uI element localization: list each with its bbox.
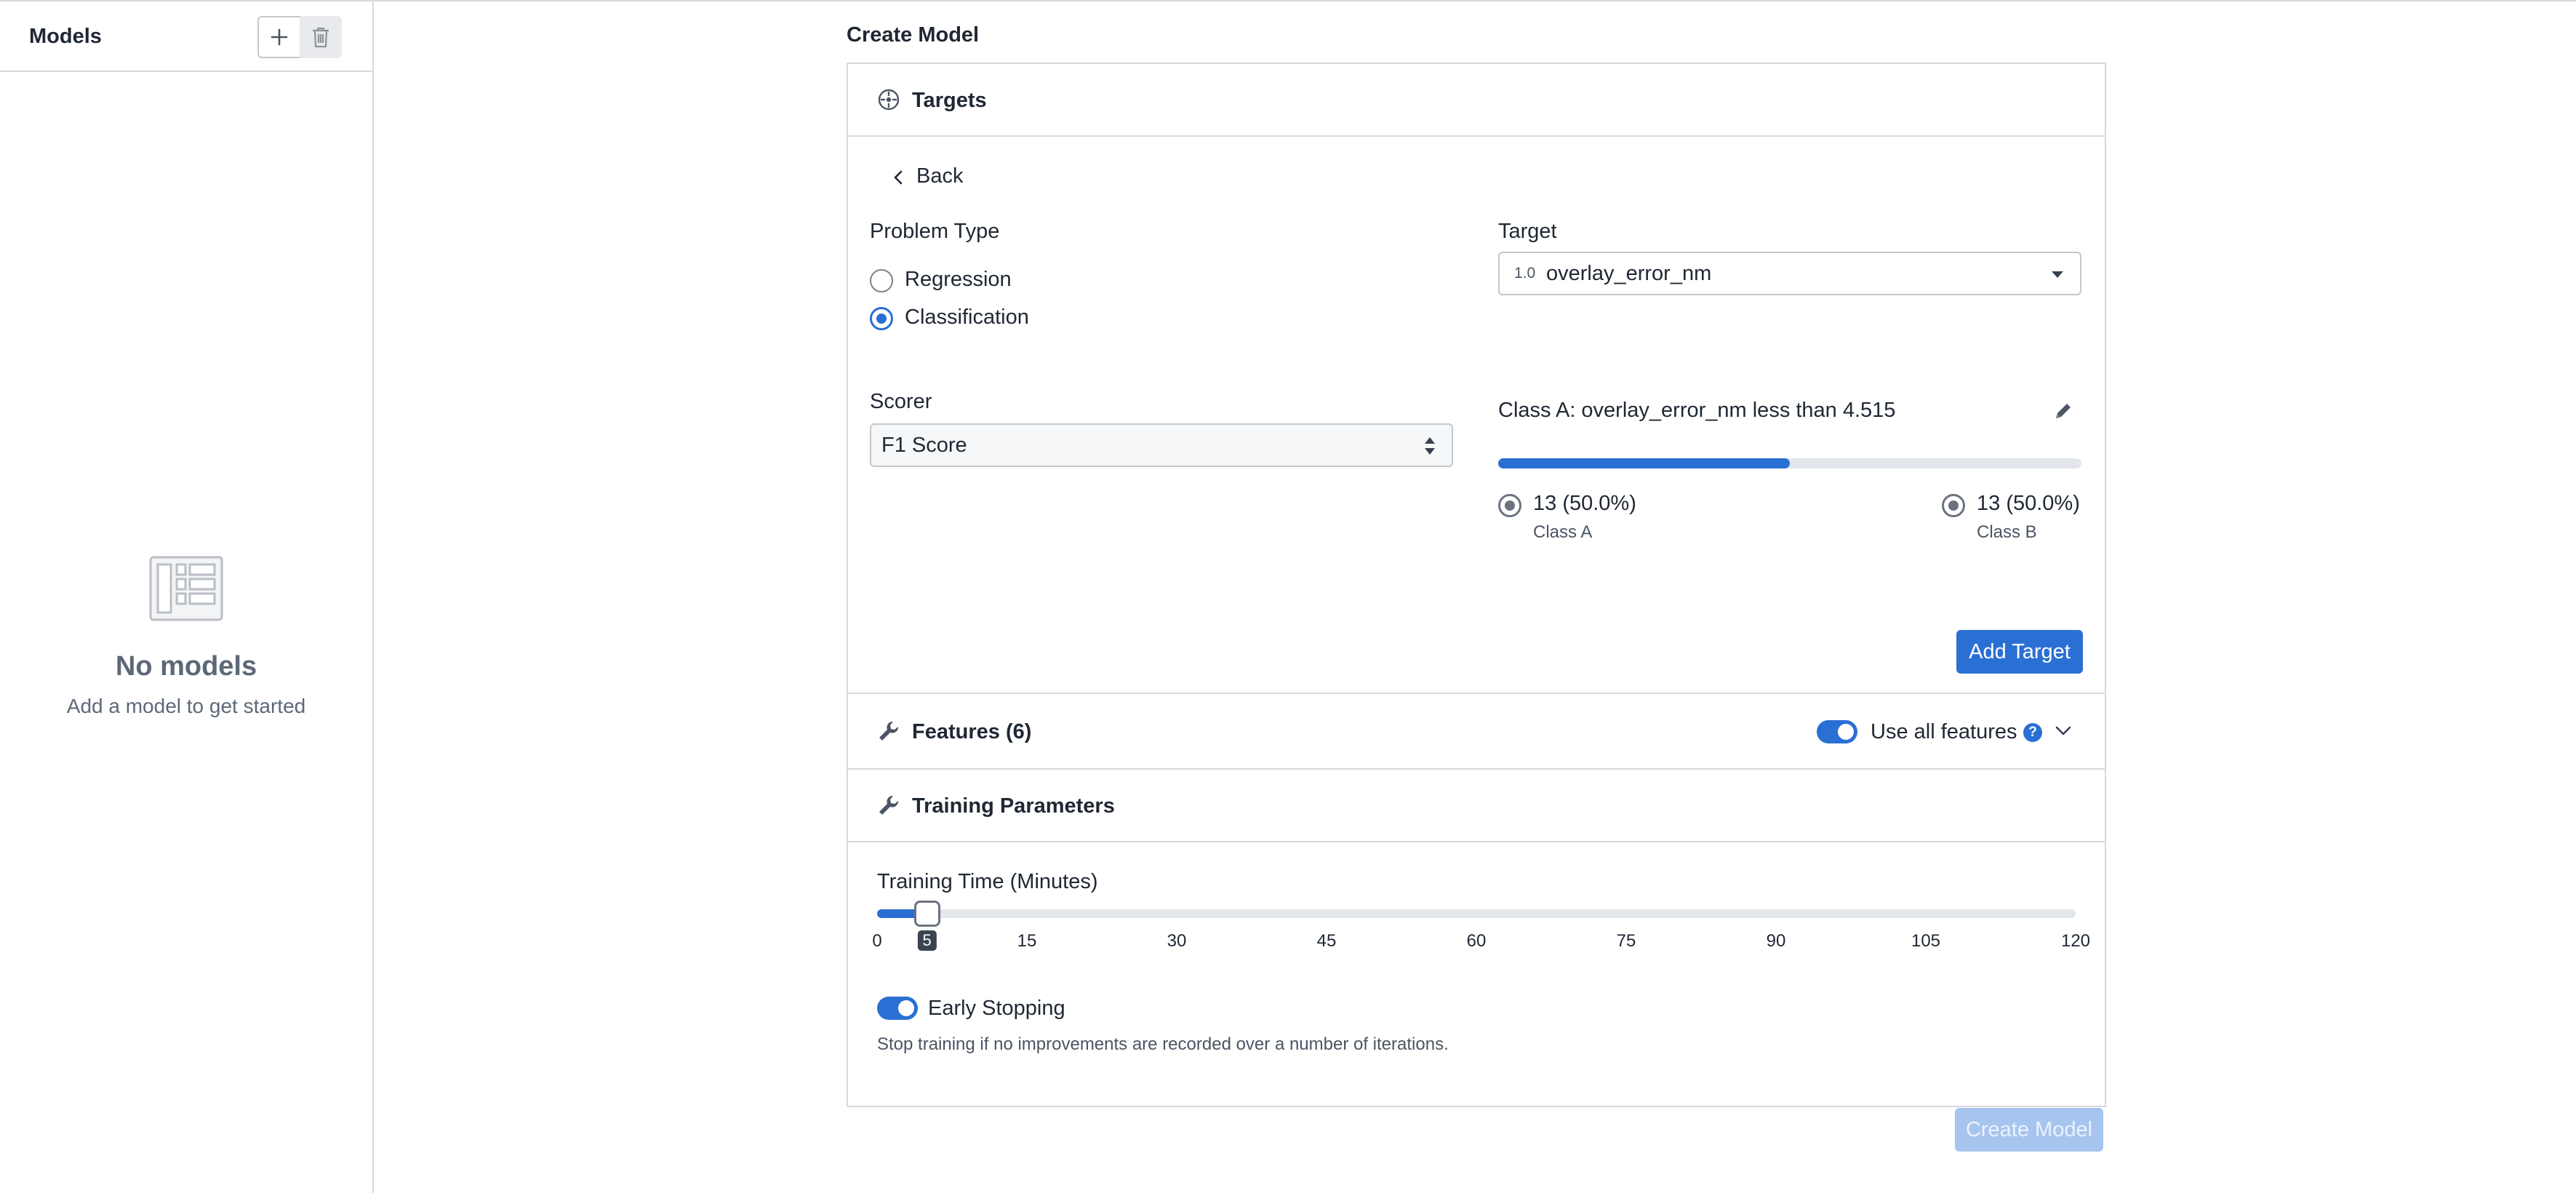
scorer-value: F1 Score xyxy=(881,434,967,457)
back-label: Back xyxy=(916,164,964,188)
edit-pencil-icon[interactable] xyxy=(2052,400,2074,422)
classification-radio[interactable] xyxy=(870,307,893,330)
slider-tick-label: 105 xyxy=(1911,931,1941,951)
target-value: overlay_error_nm xyxy=(1546,262,1712,285)
regression-radio[interactable] xyxy=(870,269,893,292)
chevron-left-icon xyxy=(894,170,903,185)
class-b-marker xyxy=(1942,494,1965,517)
target-icon xyxy=(878,89,900,111)
slider-tick-label: 0 xyxy=(872,931,882,951)
class-a-name: Class A xyxy=(1533,522,1593,542)
targets-title: Targets xyxy=(912,89,987,112)
plus-icon xyxy=(271,28,288,46)
sidebar-header: Models xyxy=(0,1,372,72)
classification-label: Classification xyxy=(905,306,1029,329)
class-b-summary: 13 (50.0%) Class B xyxy=(1942,492,2087,550)
numeric-type-badge: 1.0 xyxy=(1514,265,1536,282)
class-b-count: 13 (50.0%) xyxy=(1977,492,2080,515)
wrench-icon xyxy=(879,795,899,815)
slider-tick-label: 75 xyxy=(1616,931,1636,951)
training-time-slider[interactable] xyxy=(877,909,2076,918)
slider-tick-label: 120 xyxy=(2060,931,2091,951)
slider-tick-label: 90 xyxy=(1766,931,1786,951)
features-panel: Features (6) Use all features ? xyxy=(847,693,2106,768)
class-rule: Class A: overlay_error_nm less than 4.51… xyxy=(1498,399,1896,422)
class-a-count: 13 (50.0%) xyxy=(1533,492,1636,515)
early-stopping-label: Early Stopping xyxy=(928,997,1065,1020)
regression-label: Regression xyxy=(905,268,1012,291)
sidebar-title: Models xyxy=(29,25,102,48)
create-model-button[interactable]: Create Model xyxy=(1955,1108,2103,1152)
early-stopping-description: Stop training if no improvements are rec… xyxy=(877,1034,1449,1054)
back-link[interactable]: Back xyxy=(884,164,972,189)
add-target-button[interactable]: Add Target xyxy=(1956,630,2083,674)
slider-tick-label: 15 xyxy=(1017,931,1037,951)
page-title: Create Model xyxy=(847,23,980,47)
problem-type-label: Problem Type xyxy=(870,220,1000,243)
class-split-bar xyxy=(1498,458,2081,468)
targets-panel: Targets Back Problem Type Regression Cla… xyxy=(847,63,2106,693)
delete-model-button[interactable] xyxy=(300,16,342,58)
training-time-label: Training Time (Minutes) xyxy=(877,870,1098,893)
regression-option[interactable]: Regression xyxy=(870,268,1059,294)
trash-icon xyxy=(313,27,329,48)
models-sidebar: Models No models Add a model to get star… xyxy=(0,1,374,1193)
add-model-button[interactable] xyxy=(257,16,301,58)
empty-state-title: No models xyxy=(115,651,257,682)
empty-models-icon xyxy=(149,556,223,621)
scorer-select[interactable]: F1 Score xyxy=(870,423,1453,467)
sort-arrows-icon xyxy=(1425,437,1435,455)
class-a-fill xyxy=(1498,458,1790,468)
target-select[interactable]: 1.0 overlay_error_nm xyxy=(1498,252,2081,295)
use-all-features-toggle[interactable] xyxy=(1817,720,1857,743)
early-stopping-toggle[interactable] xyxy=(877,997,918,1020)
training-title: Training Parameters xyxy=(912,794,1115,818)
help-icon[interactable]: ? xyxy=(2023,723,2042,742)
slider-tick-label: 45 xyxy=(1316,931,1337,951)
top-border xyxy=(0,0,2576,1)
features-header[interactable]: Features (6) Use all features ? xyxy=(848,694,2105,770)
slider-value-badge: 5 xyxy=(917,930,937,951)
classification-option[interactable]: Classification xyxy=(870,306,1059,332)
empty-state-subtitle: Add a model to get started xyxy=(66,695,306,717)
slider-tick-label: 60 xyxy=(1466,931,1487,951)
targets-header[interactable]: Targets xyxy=(848,64,2105,137)
wrench-icon xyxy=(879,721,899,741)
target-label: Target xyxy=(1498,220,1557,243)
class-b-name: Class B xyxy=(1977,522,2037,542)
class-a-marker xyxy=(1498,494,1521,517)
features-title: Features (6) xyxy=(912,720,1032,743)
scorer-label: Scorer xyxy=(870,390,932,413)
slider-handle[interactable] xyxy=(913,901,940,927)
class-a-summary: 13 (50.0%) Class A xyxy=(1498,492,1716,550)
chevron-down-icon[interactable] xyxy=(2055,726,2071,736)
use-all-features-label: Use all features xyxy=(1871,720,2017,743)
caret-down-icon xyxy=(2052,271,2063,278)
slider-tick-label: 30 xyxy=(1167,931,1187,951)
training-header[interactable]: Training Parameters xyxy=(848,770,2105,842)
